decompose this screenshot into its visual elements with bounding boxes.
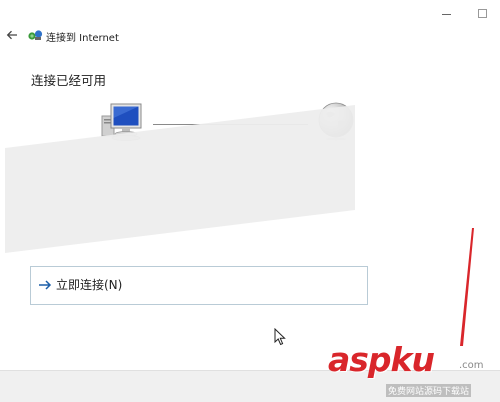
watermark-logo: aspku	[328, 340, 435, 379]
back-arrow-icon[interactable]	[5, 28, 19, 42]
red-brush-stroke	[460, 228, 474, 346]
connection-status-heading: 连接已经可用	[31, 73, 107, 88]
maximize-button[interactable]	[464, 0, 500, 26]
arrow-right-icon	[39, 280, 52, 290]
network-connections-icon	[28, 30, 43, 40]
window-controls	[428, 0, 500, 26]
title-bar: 连接到 Internet	[0, 26, 500, 46]
minimize-icon	[441, 13, 451, 15]
mouse-cursor-icon	[274, 328, 286, 346]
watermark-dotcom: .com	[459, 360, 484, 371]
connect-now-button[interactable]: 立即连接(N)	[30, 266, 368, 305]
window-title: 连接到 Internet	[46, 33, 119, 44]
connect-now-label: 立即连接(N)	[56, 278, 123, 292]
minimize-button[interactable]	[428, 0, 464, 26]
watermark-band	[5, 105, 355, 253]
watermark-subtitle: 免费网站源码下载站	[386, 384, 472, 397]
maximize-icon	[477, 8, 487, 18]
